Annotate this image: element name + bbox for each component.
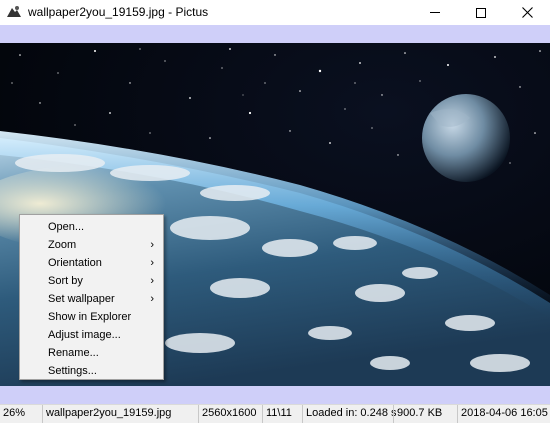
status-resolution: 2560x1600 [198, 405, 262, 423]
menu-item-rename[interactable]: Rename... [20, 344, 163, 362]
minimize-icon [430, 12, 440, 13]
status-bar: 26% wallpaper2you_19159.jpg 2560x1600 11… [0, 404, 550, 423]
status-position: 11\11 [262, 405, 302, 423]
menu-item-label: Adjust image... [48, 329, 121, 341]
minimize-button[interactable] [412, 0, 458, 25]
maximize-button[interactable] [458, 0, 504, 25]
chevron-right-icon: › [150, 257, 154, 269]
menu-item-set-wallpaper[interactable]: Set wallpaper › [20, 290, 163, 308]
bottom-margin-band [0, 386, 550, 404]
menu-item-label: Zoom [48, 239, 77, 251]
menu-item-label: Show in Explorer [48, 311, 132, 323]
menu-item-zoom[interactable]: Zoom › [20, 236, 163, 254]
pictus-app-icon [7, 6, 21, 17]
menu-item-orientation[interactable]: Orientation › [20, 254, 163, 272]
close-button[interactable] [504, 0, 550, 25]
context-menu: Open... Zoom › Orientation › Sort by › Set … [19, 214, 164, 380]
maximize-icon [476, 7, 486, 18]
status-filename: wallpaper2you_19159.jpg [42, 405, 198, 423]
menu-item-label: Settings... [48, 365, 97, 377]
title-bar: wallpaper2you_19159.jpg - Pictus [0, 0, 550, 25]
chevron-right-icon: › [150, 239, 154, 251]
status-zoom: 26% [3, 407, 26, 419]
top-margin-band [0, 25, 550, 43]
close-icon [521, 7, 533, 18]
chevron-right-icon: › [150, 293, 154, 305]
menu-item-label: Open... [48, 221, 85, 233]
menu-item-label: Set wallpaper [48, 293, 115, 305]
menu-item-settings[interactable]: Settings... [20, 362, 163, 380]
menu-item-adjust-image[interactable]: Adjust image... [20, 326, 163, 344]
chevron-right-icon: › [150, 275, 154, 287]
status-file-size: 900.7 KB [393, 405, 457, 423]
status-load-time: Loaded in: 0.248 s [302, 405, 397, 423]
menu-item-label: Orientation [48, 257, 102, 269]
menu-item-sort-by[interactable]: Sort by › [20, 272, 163, 290]
window-title: wallpaper2you_19159.jpg - Pictus [28, 5, 209, 19]
menu-item-show-in-explorer[interactable]: Show in Explorer [20, 308, 163, 326]
menu-item-open[interactable]: Open... [20, 218, 163, 236]
menu-item-label: Rename... [48, 347, 99, 359]
status-date: 2018-04-06 16:05 [457, 405, 550, 423]
menu-item-label: Sort by [48, 275, 83, 287]
